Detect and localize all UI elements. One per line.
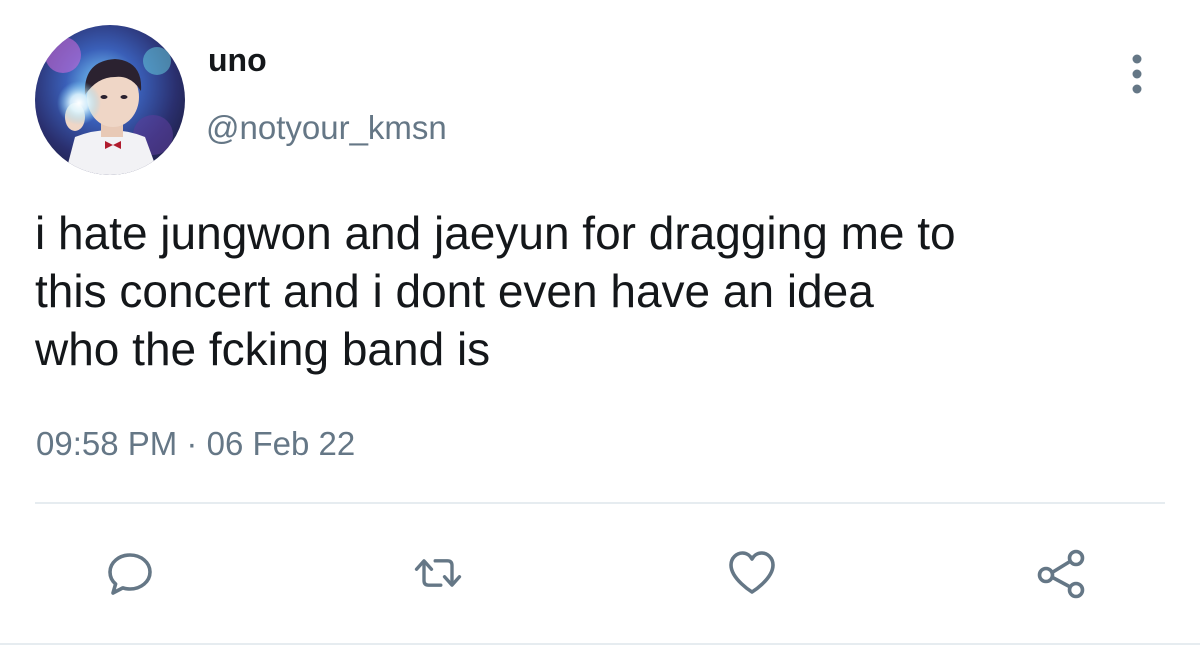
more-vertical-icon — [1132, 54, 1142, 94]
tweet-time: 09:58 PM — [36, 425, 178, 462]
tweet-timestamp[interactable]: 09:58 PM · 06 Feb 22 — [36, 423, 355, 465]
user-handle[interactable]: @notyour_kmsn — [206, 107, 447, 149]
more-options-button[interactable] — [1122, 52, 1152, 96]
avatar[interactable] — [35, 25, 185, 175]
retweet-icon — [414, 559, 462, 587]
tweet-date: 06 Feb 22 — [206, 425, 356, 462]
retweet-button[interactable] — [410, 545, 466, 601]
comment-icon — [108, 553, 152, 595]
tweet-text: i hate jungwon and jaeyun for dragging m… — [35, 207, 956, 375]
like-button[interactable] — [724, 545, 780, 601]
bottom-divider — [0, 643, 1200, 645]
display-name[interactable]: uno — [208, 40, 267, 80]
divider — [35, 502, 1165, 504]
share-button[interactable] — [1034, 545, 1090, 601]
meta-separator: · — [186, 425, 198, 462]
heart-icon — [729, 551, 775, 594]
avatar-image — [35, 25, 185, 175]
share-icon — [1037, 549, 1085, 599]
reply-button[interactable] — [102, 545, 158, 601]
